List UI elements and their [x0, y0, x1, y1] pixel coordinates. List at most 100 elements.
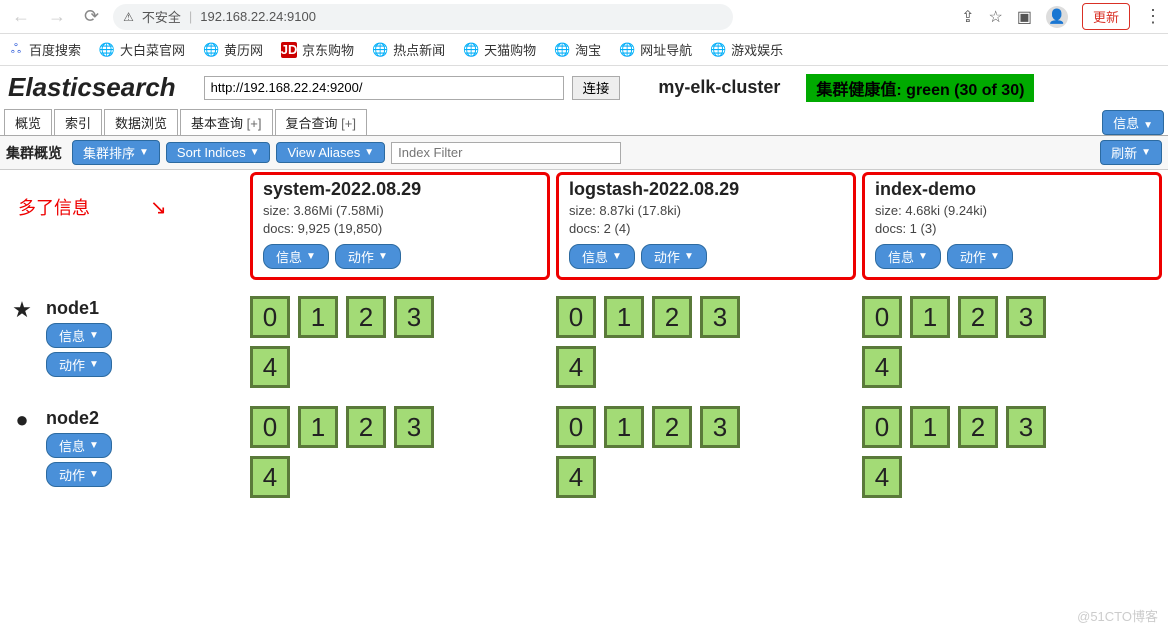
panel-icon[interactable]: ▣	[1017, 7, 1032, 27]
index-action-button[interactable]: 动作▼	[335, 244, 401, 269]
shard[interactable]: 3	[394, 296, 434, 338]
jd-icon: JD	[281, 42, 297, 58]
bookmark-label: 淘宝	[575, 40, 601, 59]
bookmark-item[interactable]: 🌐天猫购物	[463, 40, 536, 59]
refresh-button[interactable]: 刷新▼	[1100, 140, 1162, 165]
node-row: ★node1信息▼动作▼012340123401234	[0, 286, 1168, 396]
shard[interactable]: 1	[910, 296, 950, 338]
annotation-text: 多了信息	[18, 194, 90, 220]
shard[interactable]: 1	[298, 406, 338, 448]
shard[interactable]: 0	[862, 406, 902, 448]
shard[interactable]: 0	[862, 296, 902, 338]
shard[interactable]: 1	[604, 296, 644, 338]
tab[interactable]: 数据浏览	[104, 109, 178, 135]
nodes-area: ★node1信息▼动作▼012340123401234●node2信息▼动作▼0…	[0, 286, 1168, 506]
sort-cluster-button[interactable]: 集群排序▼	[72, 140, 160, 165]
toolbar: 集群概览 集群排序▼ Sort Indices▼ View Aliases▼ 刷…	[0, 136, 1168, 170]
watermark: @51CTO博客	[1077, 606, 1158, 625]
shard[interactable]: 2	[346, 406, 386, 448]
shard[interactable]: 1	[910, 406, 950, 448]
shard-cell: 0123 4	[556, 292, 862, 388]
index-action-button[interactable]: 动作▼	[947, 244, 1013, 269]
bookmark-item[interactable]: 🌐 淘宝	[554, 40, 601, 59]
index-docs: docs: 9,925 (19,850)	[263, 220, 537, 238]
forward-button[interactable]: →	[44, 4, 70, 29]
shard[interactable]: 3	[1006, 406, 1046, 448]
shard[interactable]: 4	[556, 456, 596, 498]
shard[interactable]: 4	[250, 456, 290, 498]
cluster-grid: 多了信息 ↘ system-2022.08.29size: 3.86Mi (7.…	[0, 170, 1168, 286]
shard[interactable]: 1	[298, 296, 338, 338]
tab[interactable]: 概览	[4, 109, 52, 135]
bookmark-icon[interactable]: ☆	[989, 7, 1003, 27]
node-name[interactable]: node1	[46, 298, 112, 319]
index-size: size: 4.68ki (9.24ki)	[875, 202, 1149, 220]
globe-icon: 🌐	[203, 42, 219, 58]
bookmark-item[interactable]: 🌐黄历网	[203, 40, 263, 59]
insecure-label: 不安全	[142, 7, 181, 26]
tab[interactable]: 基本查询 [+]	[180, 109, 272, 135]
globe-icon: 🌐	[554, 42, 570, 58]
shard[interactable]: 2	[652, 296, 692, 338]
index-name[interactable]: index-demo	[875, 179, 1149, 200]
cluster-url-input[interactable]	[204, 76, 564, 100]
tab[interactable]: 索引	[54, 109, 102, 135]
index-name[interactable]: logstash-2022.08.29	[569, 179, 843, 200]
shard[interactable]: 2	[958, 296, 998, 338]
bookmark-item[interactable]: ஃ百度搜索	[8, 40, 81, 59]
index-filter-input[interactable]	[391, 142, 621, 164]
shard[interactable]: 0	[556, 296, 596, 338]
shard[interactable]: 4	[862, 456, 902, 498]
tabs-row: 概览索引数据浏览基本查询 [+]复合查询 [+] 信息▼	[0, 109, 1168, 136]
bookmark-item[interactable]: 🌐大白菜官网	[99, 40, 185, 59]
index-header: index-demosize: 4.68ki (9.24ki)docs: 1 (…	[862, 172, 1162, 280]
node-action-button[interactable]: 动作▼	[46, 462, 112, 487]
share-icon[interactable]: ⇪	[961, 7, 974, 27]
bookmark-item[interactable]: 🌐热点新闻	[372, 40, 445, 59]
shard[interactable]: 4	[862, 346, 902, 388]
shard[interactable]: 3	[700, 406, 740, 448]
shard[interactable]: 2	[958, 406, 998, 448]
shard[interactable]: 4	[556, 346, 596, 388]
address-text: 192.168.22.24:9100	[200, 9, 316, 24]
reload-button[interactable]: ⟳	[80, 4, 103, 29]
node-name[interactable]: node2	[46, 408, 112, 429]
address-bar[interactable]: ⚠ 不安全 | 192.168.22.24:9100	[113, 4, 733, 30]
shard[interactable]: 3	[700, 296, 740, 338]
shard[interactable]: 4	[250, 346, 290, 388]
shard[interactable]: 0	[250, 296, 290, 338]
shard[interactable]: 1	[604, 406, 644, 448]
menu-icon[interactable]: ⋮	[1144, 6, 1160, 27]
index-info-button[interactable]: 信息▼	[263, 244, 329, 269]
bookmark-item[interactable]: JD京东购物	[281, 40, 354, 59]
bookmark-item[interactable]: 🌐网址导航	[619, 40, 692, 59]
node-action-button[interactable]: 动作▼	[46, 352, 112, 377]
shard[interactable]: 3	[394, 406, 434, 448]
view-aliases-button[interactable]: View Aliases▼	[276, 142, 385, 163]
index-info-button[interactable]: 信息▼	[569, 244, 635, 269]
cluster-name: my-elk-cluster	[658, 77, 780, 98]
avatar-icon[interactable]: 👤	[1046, 6, 1068, 28]
shard[interactable]: 2	[346, 296, 386, 338]
tab[interactable]: 复合查询 [+]	[275, 109, 367, 135]
index-name[interactable]: system-2022.08.29	[263, 179, 537, 200]
shard[interactable]: 0	[556, 406, 596, 448]
shard[interactable]: 0	[250, 406, 290, 448]
node-info-button[interactable]: 信息▼	[46, 323, 112, 348]
connect-button[interactable]: 连接	[572, 76, 621, 100]
node-info-button[interactable]: 信息▼	[46, 433, 112, 458]
sort-indices-button[interactable]: Sort Indices▼	[166, 142, 271, 163]
shard[interactable]: 3	[1006, 296, 1046, 338]
index-info-button[interactable]: 信息▼	[875, 244, 941, 269]
update-button[interactable]: 更新	[1082, 3, 1130, 30]
arrow-icon: ↘	[150, 195, 167, 220]
overview-label: 集群概览	[6, 143, 62, 163]
annotation: 多了信息 ↘	[0, 170, 250, 230]
index-action-button[interactable]: 动作▼	[641, 244, 707, 269]
back-button[interactable]: ←	[8, 4, 34, 29]
shard[interactable]: 2	[652, 406, 692, 448]
left-column: 多了信息 ↘	[0, 170, 250, 286]
bookmark-item[interactable]: 🌐游戏娱乐	[710, 40, 783, 59]
index-column-1: logstash-2022.08.29size: 8.87ki (17.8ki)…	[556, 170, 862, 286]
info-dropdown[interactable]: 信息▼	[1102, 110, 1164, 135]
